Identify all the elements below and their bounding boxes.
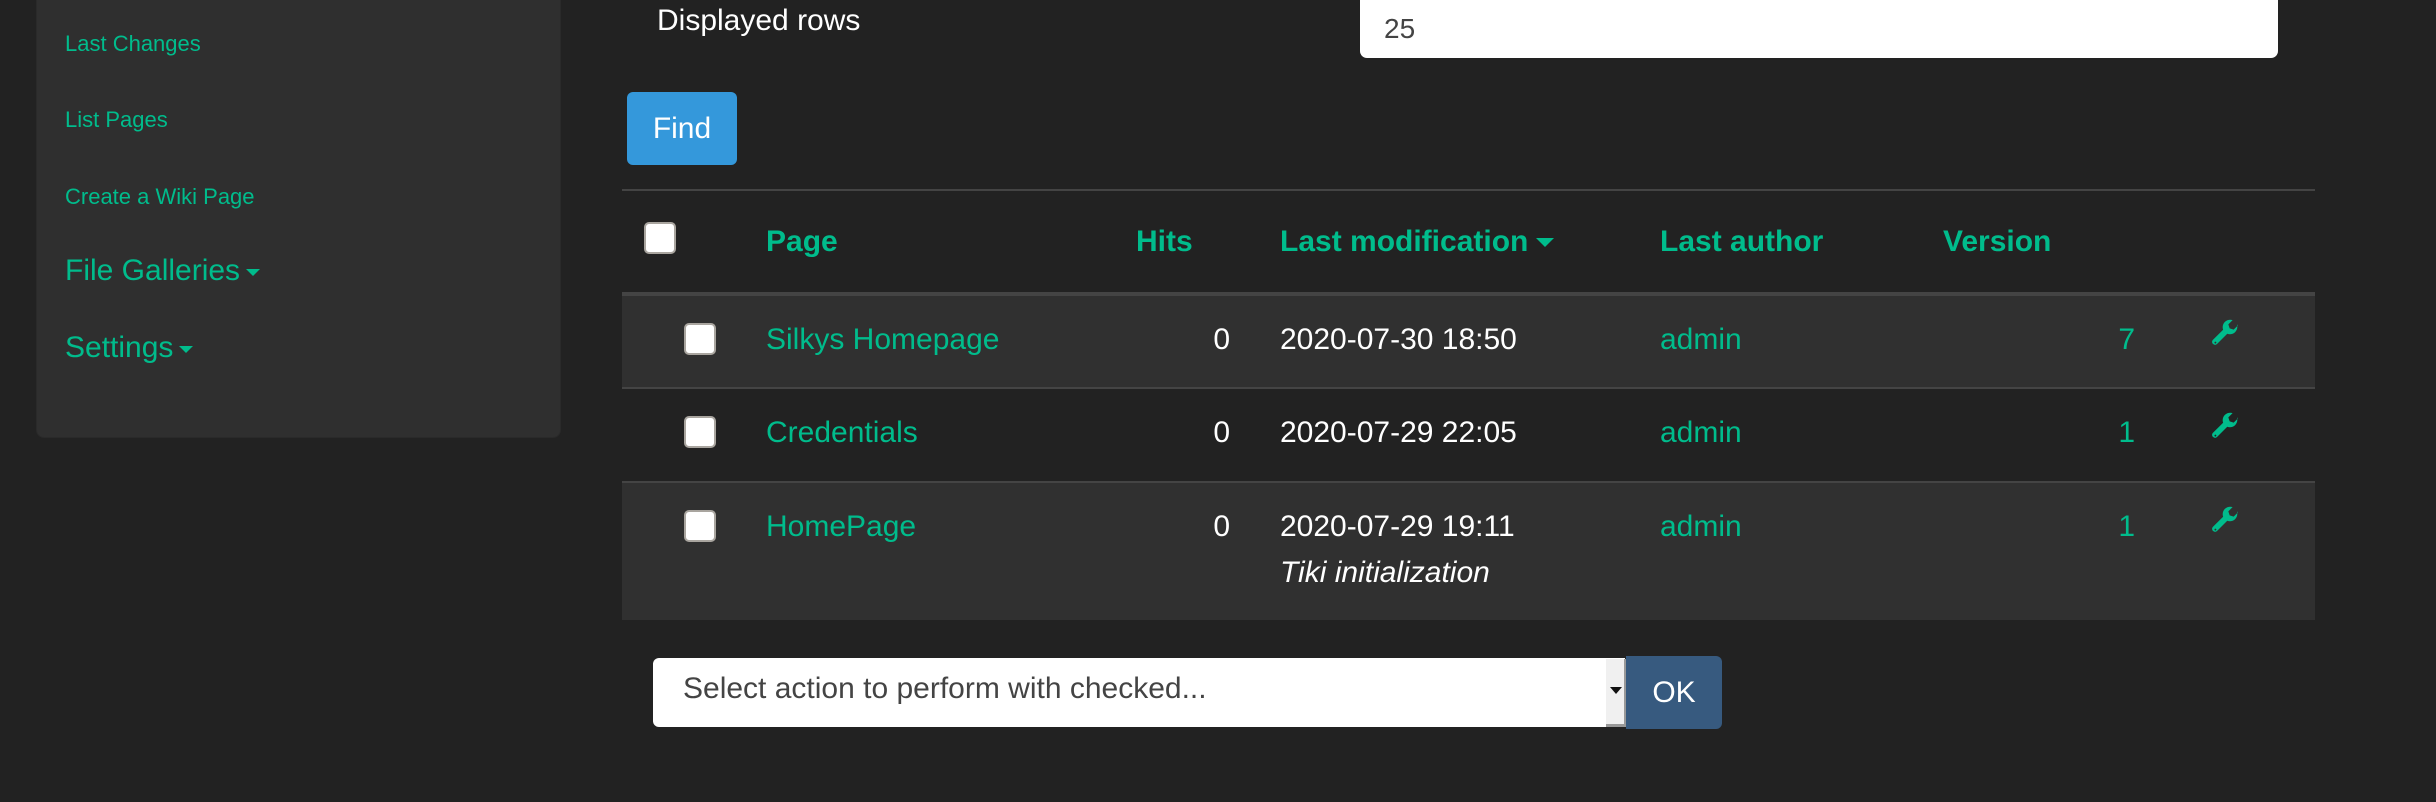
column-header-label: Last modification [1280, 224, 1529, 258]
row-checkbox[interactable] [684, 416, 716, 448]
page-link[interactable]: Credentials [766, 416, 918, 449]
table-row: Silkys Homepage 0 2020-07-30 18:50 admin… [622, 294, 2315, 388]
row-checkbox[interactable] [684, 510, 716, 542]
chevron-down-icon [1610, 687, 1622, 694]
displayed-rows-label: Displayed rows [657, 4, 861, 37]
version-link[interactable]: 7 [2118, 323, 2135, 356]
hits-value: 0 [1213, 416, 1230, 449]
version-link[interactable]: 1 [2118, 416, 2135, 449]
find-button[interactable]: Find [627, 92, 737, 165]
table-row: Credentials 0 2020-07-29 22:05 admin 1 [622, 388, 2315, 482]
sidebar-item-list-pages[interactable]: List Pages [65, 107, 168, 133]
sidebar-item-create-wiki-page[interactable]: Create a Wiki Page [65, 184, 255, 210]
select-dropdown-toggle[interactable] [1606, 659, 1626, 727]
sidebar-item-file-galleries[interactable]: File Galleries [65, 254, 261, 288]
caret-down-icon [179, 345, 194, 353]
wrench-icon[interactable] [2209, 504, 2241, 536]
wrench-icon[interactable] [2209, 410, 2241, 442]
page-link[interactable]: HomePage [766, 510, 916, 543]
last-modification-value: 2020-07-30 18:50 [1280, 323, 1517, 356]
author-link[interactable]: admin [1660, 416, 1742, 449]
author-link[interactable]: admin [1660, 323, 1742, 356]
hits-value: 0 [1213, 510, 1230, 543]
table-row: HomePage 0 2020-07-29 19:11 Tiki initial… [622, 482, 2315, 620]
version-link[interactable]: 1 [2118, 510, 2135, 543]
sidebar-item-settings[interactable]: Settings [65, 331, 194, 365]
displayed-rows-input[interactable] [1360, 0, 2278, 58]
pages-table: Page Hits Last modification Last author … [622, 189, 2315, 620]
hits-value: 0 [1213, 323, 1230, 356]
select-all-cell [622, 190, 766, 294]
author-link[interactable]: admin [1660, 510, 1742, 543]
row-checkbox[interactable] [684, 323, 716, 355]
last-modification-value: 2020-07-29 22:05 [1280, 416, 1517, 449]
modification-comment: Tiki initialization [1280, 556, 1490, 589]
row-checkbox-cell [622, 294, 766, 388]
sidebar-item-label: File Galleries [65, 254, 241, 287]
sort-descending-icon [1536, 238, 1555, 248]
column-header-actions [2135, 190, 2315, 294]
table-header-row: Page Hits Last modification Last author … [622, 190, 2315, 294]
last-modification-cell: 2020-07-29 19:11 Tiki initialization [1230, 482, 1660, 620]
row-checkbox-cell [622, 388, 766, 482]
column-header-page[interactable]: Page [766, 190, 1136, 294]
page-link[interactable]: Silkys Homepage [766, 323, 999, 356]
wrench-icon[interactable] [2209, 317, 2241, 349]
column-header-hits[interactable]: Hits [1136, 190, 1230, 294]
row-checkbox-cell [622, 482, 766, 620]
ok-button[interactable]: OK [1626, 656, 1722, 729]
column-header-last-author[interactable]: Last author [1660, 190, 1943, 294]
bulk-action-select[interactable]: Select action to perform with checked... [653, 658, 1625, 727]
caret-down-icon [246, 268, 261, 276]
sidebar-item-last-changes[interactable]: Last Changes [65, 31, 201, 57]
sidebar-item-label: Settings [65, 331, 174, 364]
select-all-checkbox[interactable] [644, 221, 676, 254]
column-header-last-modification[interactable]: Last modification [1230, 190, 1660, 294]
last-modification-value: 2020-07-29 19:11 [1280, 510, 1515, 543]
column-header-version[interactable]: Version [1943, 190, 2135, 294]
sidebar-panel: Last Changes List Pages Create a Wiki Pa… [36, 0, 561, 438]
